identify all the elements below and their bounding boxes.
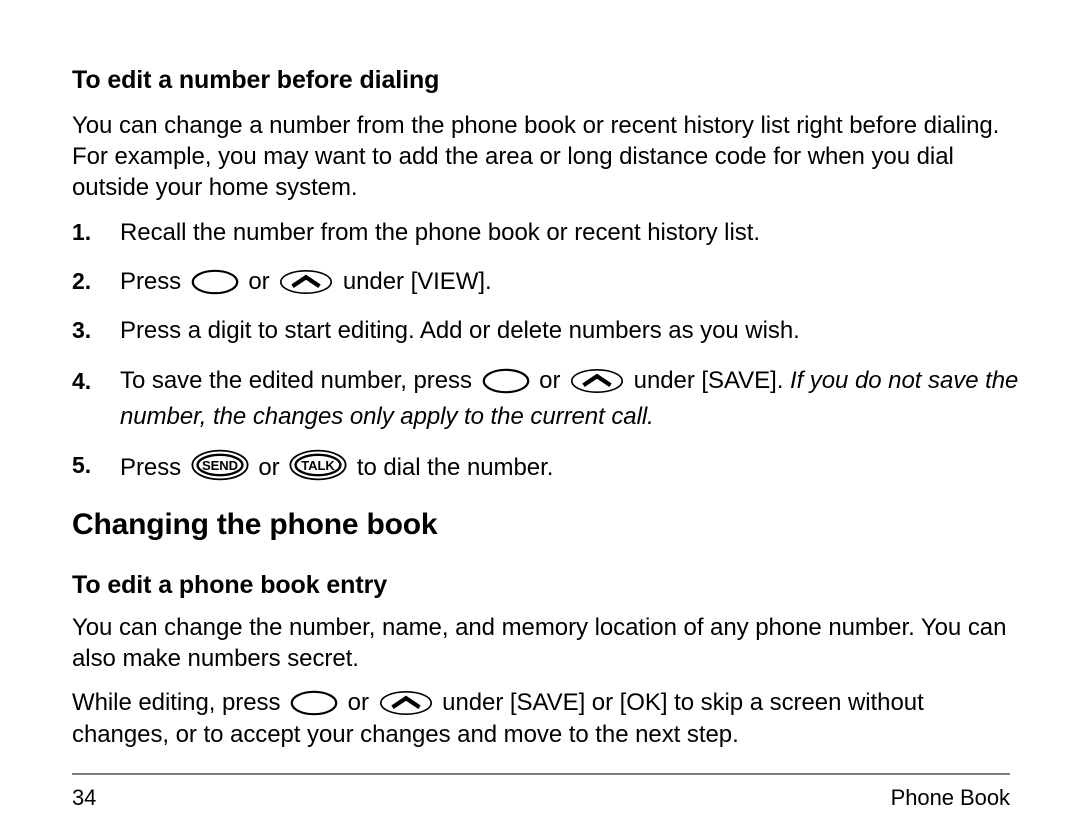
navkey-up-icon (570, 368, 624, 394)
note-text-pre: While editing, press (72, 689, 288, 716)
navkey-up-icon (279, 269, 333, 295)
step-number: 3. (72, 317, 92, 343)
step-text-post: under [VIEW]. (336, 268, 492, 295)
note-text-mid: or (341, 689, 376, 716)
step-item-4: 4. To save the edited number, press or u… (72, 363, 1058, 435)
step-number: 2. (72, 268, 92, 294)
softkey-blank-icon (482, 368, 530, 394)
page-number: 34 (72, 785, 97, 810)
step-text-pre: Press (120, 454, 188, 481)
step-text-post: to dial the number. (350, 454, 554, 481)
send-key-icon: SEND (191, 449, 249, 481)
step-text-mid: or (532, 367, 568, 394)
step-text-pre: To save the edited number, press (120, 367, 479, 394)
talk-key-icon: TALK (289, 449, 347, 481)
page-footer: 34 Phone Book (72, 785, 1010, 811)
softkey-blank-icon (290, 690, 338, 716)
footer-divider (72, 773, 1010, 775)
section-subheading-edit-entry: To edit a phone book entry (72, 571, 388, 599)
step-number: 1. (72, 219, 92, 245)
manual-page: To edit a number before dialing You can … (72, 0, 1018, 834)
running-head: Phone Book (890, 785, 1010, 810)
step-text: Recall the number from the phone book or… (120, 219, 760, 246)
section-heading-edit-number: To edit a number before dialing (72, 66, 440, 94)
navkey-up-icon (379, 690, 433, 716)
section-2-intro-paragraph: You can change the number, name, and mem… (72, 614, 1007, 672)
softkey-blank-icon (191, 269, 239, 295)
step-text-mid: or (251, 454, 287, 481)
step-number: 5. (72, 452, 92, 478)
step-text-pre: Press (120, 268, 188, 295)
section-intro-paragraph: You can change a number from the phone b… (72, 112, 1000, 201)
step-text-post: under [SAVE]. (627, 367, 790, 394)
talk-key-label: TALK (301, 458, 335, 473)
send-key-label: SEND (202, 458, 238, 473)
step-text: Press a digit to start editing. Add or d… (120, 317, 800, 344)
step-item-1: 1. Recall the number from the phone book… (72, 216, 1058, 249)
step-item-2: 2. Press or under [VIEW]. (72, 265, 1058, 298)
step-item-5: 5. Press SEND or TALK to dial the number… (72, 449, 1058, 484)
step-text-mid: or (241, 268, 277, 295)
section-heading-changing-phone-book: Changing the phone book (72, 508, 438, 541)
step-item-3: 3. Press a digit to start editing. Add o… (72, 314, 1058, 347)
section-2-note-paragraph: While editing, press or under [SAVE] or … (72, 687, 1010, 751)
step-number: 4. (72, 368, 92, 394)
